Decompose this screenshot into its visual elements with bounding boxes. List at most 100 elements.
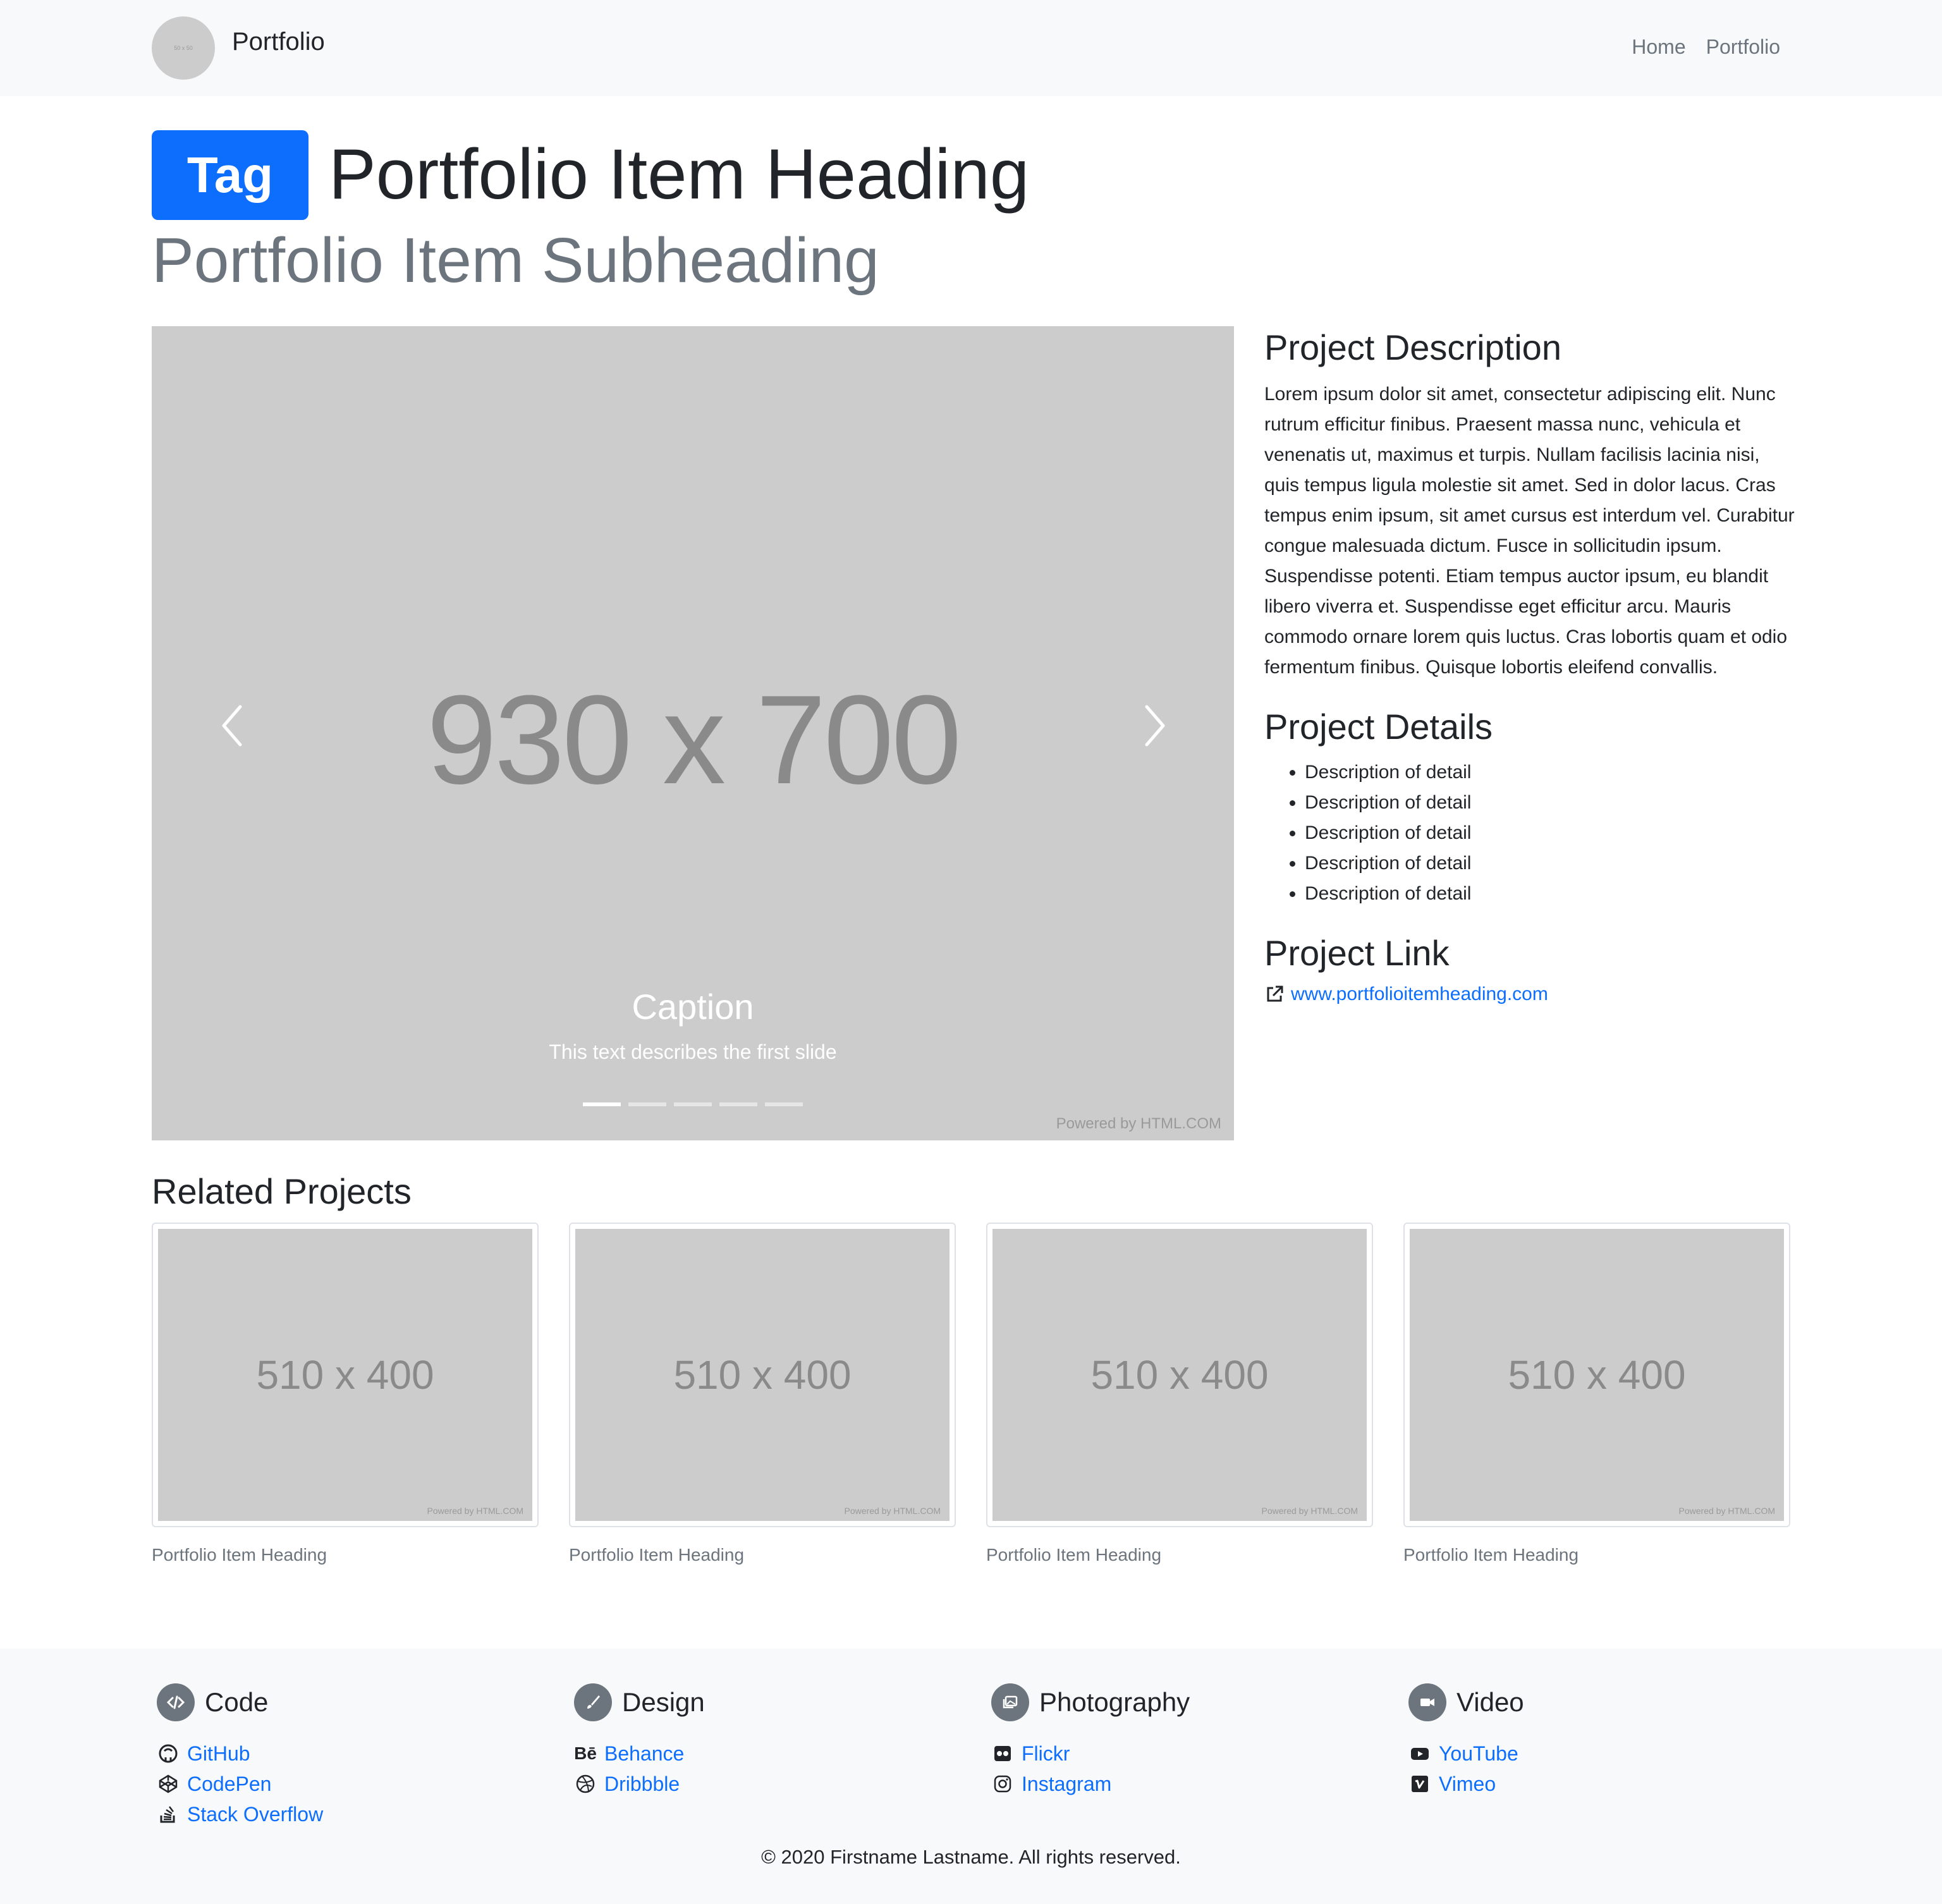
footer-column-video: Video YouTube Vimeo bbox=[1408, 1680, 1788, 1799]
carousel-caption-text: This text describes the first slide bbox=[549, 1040, 837, 1063]
page-subheading: Portfolio Item Subheading bbox=[152, 225, 879, 296]
related-card-powered-by: Powered by HTML.COM bbox=[1678, 1506, 1775, 1516]
detail-item: Description of detail bbox=[1305, 757, 1795, 788]
footer-link-row: GitHub bbox=[157, 1738, 536, 1769]
project-link-row: www.portfolioitemheading.com bbox=[1264, 984, 1795, 1005]
footer-heading-label: Code bbox=[205, 1687, 269, 1717]
related-card-image: 510 x 400 Powered by HTML.COM bbox=[992, 1229, 1367, 1521]
footer-link-row: Flickr bbox=[991, 1738, 1371, 1769]
related-card-caption[interactable]: Portfolio Item Heading bbox=[152, 1545, 327, 1565]
video-icon bbox=[1408, 1683, 1446, 1721]
related-card-powered-by: Powered by HTML.COM bbox=[844, 1506, 941, 1516]
footer-link-behance[interactable]: Behance bbox=[604, 1742, 684, 1766]
detail-item: Description of detail bbox=[1305, 848, 1795, 879]
footer: Code GitHub CodePen Stack Overflow Desig… bbox=[0, 1649, 1942, 1904]
tag-badge: Tag bbox=[152, 130, 308, 220]
footer-links: Bē Behance Dribbble bbox=[574, 1738, 953, 1799]
related-card[interactable]: 510 x 400 Powered by HTML.COM bbox=[152, 1223, 539, 1527]
related-card-placeholder: 510 x 400 bbox=[256, 1352, 434, 1398]
related-card-caption[interactable]: Portfolio Item Heading bbox=[569, 1545, 744, 1565]
github-icon bbox=[157, 1742, 180, 1765]
dribbble-icon bbox=[574, 1773, 597, 1795]
carousel-powered-by: Powered by HTML.COM bbox=[1056, 1115, 1221, 1132]
related-card-placeholder: 510 x 400 bbox=[1090, 1352, 1269, 1398]
carousel-indicator-2[interactable] bbox=[628, 1102, 666, 1106]
related-card-powered-by: Powered by HTML.COM bbox=[427, 1506, 523, 1516]
footer-link-stackoverflow[interactable]: Stack Overflow bbox=[187, 1803, 323, 1826]
project-details-list: Description of detail Description of det… bbox=[1264, 757, 1795, 909]
carousel-indicator-4[interactable] bbox=[719, 1102, 757, 1106]
project-link[interactable]: www.portfolioitemheading.com bbox=[1291, 984, 1548, 1005]
footer-link-dribbble[interactable]: Dribbble bbox=[604, 1773, 680, 1796]
brand-avatar[interactable]: 50 x 50 bbox=[152, 16, 215, 80]
carousel-placeholder-text: 930 x 700 bbox=[426, 669, 962, 810]
footer-heading-label: Design bbox=[622, 1687, 705, 1717]
page-heading: Portfolio Item Heading bbox=[329, 135, 1030, 214]
related-card-image: 510 x 400 Powered by HTML.COM bbox=[1410, 1229, 1784, 1521]
nav-links: Home Portfolio bbox=[1632, 35, 1780, 59]
footer-link-instagram[interactable]: Instagram bbox=[1022, 1773, 1111, 1796]
footer-link-github[interactable]: GitHub bbox=[187, 1742, 250, 1766]
footer-link-row: YouTube bbox=[1408, 1738, 1788, 1769]
footer-links: YouTube Vimeo bbox=[1408, 1738, 1788, 1799]
footer-link-flickr[interactable]: Flickr bbox=[1022, 1742, 1070, 1766]
footer-column-design: Design Bē Behance Dribbble bbox=[574, 1680, 953, 1799]
footer-link-row: Vimeo bbox=[1408, 1769, 1788, 1799]
footer-link-vimeo[interactable]: Vimeo bbox=[1439, 1773, 1496, 1796]
project-sidebar: Project Description Lorem ipsum dolor si… bbox=[1264, 326, 1795, 1005]
youtube-icon bbox=[1408, 1742, 1431, 1765]
copyright: © 2020 Firstname Lastname. All rights re… bbox=[761, 1846, 1181, 1868]
carousel-indicators bbox=[583, 1102, 803, 1106]
footer-links: GitHub CodePen Stack Overflow bbox=[157, 1738, 536, 1829]
related-card[interactable]: 510 x 400 Powered by HTML.COM bbox=[1403, 1223, 1790, 1527]
brush-icon bbox=[574, 1683, 612, 1721]
detail-item: Description of detail bbox=[1305, 788, 1795, 818]
footer-heading-label: Video bbox=[1456, 1687, 1524, 1717]
related-card-caption[interactable]: Portfolio Item Heading bbox=[986, 1545, 1161, 1565]
footer-heading: Photography bbox=[991, 1680, 1371, 1724]
related-card-image: 510 x 400 Powered by HTML.COM bbox=[575, 1229, 950, 1521]
footer-links: Flickr Instagram bbox=[991, 1738, 1371, 1799]
carousel-next-button[interactable] bbox=[1134, 694, 1172, 757]
carousel-caption-title: Caption bbox=[632, 987, 754, 1027]
brand-name[interactable]: Portfolio bbox=[232, 28, 325, 56]
brand-avatar-text: 50 x 50 bbox=[174, 45, 193, 51]
related-card-caption[interactable]: Portfolio Item Heading bbox=[1403, 1545, 1579, 1565]
project-description: Lorem ipsum dolor sit amet, consectetur … bbox=[1264, 384, 1795, 678]
chevron-right-icon bbox=[1145, 705, 1165, 747]
related-card[interactable]: 510 x 400 Powered by HTML.COM bbox=[986, 1223, 1373, 1527]
external-link-icon bbox=[1267, 986, 1283, 1002]
footer-link-row: Instagram bbox=[991, 1769, 1371, 1799]
carousel-prev-button[interactable] bbox=[215, 694, 253, 757]
flickr-icon bbox=[991, 1742, 1014, 1765]
footer-column-code: Code GitHub CodePen Stack Overflow bbox=[157, 1680, 536, 1829]
related-card-placeholder: 510 x 400 bbox=[1508, 1352, 1686, 1398]
nav-link-home[interactable]: Home bbox=[1632, 35, 1685, 59]
project-description-title: Project Description bbox=[1264, 327, 1561, 367]
footer-link-row: Bē Behance bbox=[574, 1738, 953, 1769]
navbar: 50 x 50 Portfolio Home Portfolio bbox=[0, 0, 1942, 96]
instagram-icon bbox=[991, 1773, 1014, 1795]
project-link-title: Project Link bbox=[1264, 933, 1450, 973]
image-carousel[interactable]: 930 x 700 Caption This text describes th… bbox=[152, 326, 1234, 1140]
nav-link-portfolio[interactable]: Portfolio bbox=[1706, 35, 1780, 59]
footer-link-row: Dribbble bbox=[574, 1769, 953, 1799]
footer-heading: Code bbox=[157, 1680, 536, 1724]
carousel-indicator-3[interactable] bbox=[674, 1102, 712, 1106]
carousel-indicator-5[interactable] bbox=[765, 1102, 803, 1106]
detail-item: Description of detail bbox=[1305, 879, 1795, 909]
codepen-icon bbox=[157, 1773, 180, 1795]
images-icon bbox=[991, 1683, 1029, 1721]
footer-link-row: Stack Overflow bbox=[157, 1799, 536, 1829]
vimeo-icon bbox=[1408, 1773, 1431, 1795]
related-card[interactable]: 510 x 400 Powered by HTML.COM bbox=[569, 1223, 956, 1527]
project-details-title: Project Details bbox=[1264, 707, 1493, 747]
footer-link-codepen[interactable]: CodePen bbox=[187, 1773, 271, 1796]
footer-link-row: CodePen bbox=[157, 1769, 536, 1799]
stackoverflow-icon bbox=[157, 1803, 180, 1826]
chevron-left-icon bbox=[222, 705, 242, 747]
carousel-indicator-1[interactable] bbox=[583, 1102, 621, 1106]
footer-heading: Design bbox=[574, 1680, 953, 1724]
footer-link-youtube[interactable]: YouTube bbox=[1439, 1742, 1518, 1766]
related-card-placeholder: 510 x 400 bbox=[673, 1352, 852, 1398]
